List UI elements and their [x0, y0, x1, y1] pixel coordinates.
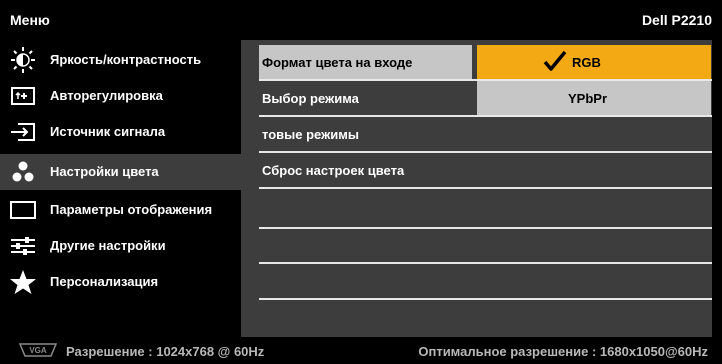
star-icon: [8, 269, 38, 295]
frame-edge: [712, 40, 722, 337]
sidebar-item-brightness-contrast[interactable]: Яркость/контрастность: [0, 42, 241, 78]
other-settings-icon: [8, 233, 38, 259]
divider: [259, 227, 712, 229]
title-bar: Меню Dell P2210: [0, 0, 722, 40]
monitor-model: Dell P2210: [641, 12, 712, 28]
divider: [259, 298, 712, 300]
input-color-format-row[interactable]: Формат цвета на входе: [259, 45, 472, 79]
sidebar-item-input-source[interactable]: Источник сигнала: [0, 114, 241, 150]
sidebar-item-label: Яркость/контрастность: [50, 52, 202, 67]
row-label: товые режимы: [262, 127, 359, 142]
vga-connector-icon: VGA: [18, 342, 58, 358]
sidebar-item-label: Источник сигнала: [50, 124, 166, 139]
row-label: Сброс настроек цвета: [262, 163, 405, 178]
row-label: Выбор режима: [262, 91, 359, 106]
current-resolution: Разрешение : 1024x768 @ 60Hz: [66, 344, 265, 359]
sidebar-item-label: Авторегулировка: [50, 88, 163, 103]
status-bar: VGA Разрешение : 1024x768 @ 60Hz Оптимал…: [0, 337, 722, 364]
mode-selection-row[interactable]: Выбор режима: [259, 81, 472, 115]
row-label: Формат цвета на входе: [262, 55, 413, 70]
sidebar: Яркость/контрастность Авторегулировка Ис…: [0, 40, 241, 337]
menu-title: Меню: [10, 12, 50, 28]
osd-menu: Меню Dell P2210 Яркость/контрастность Ав…: [0, 0, 722, 364]
option-label: RGB: [572, 55, 601, 70]
sidebar-item-auto-adjust[interactable]: Авторегулировка: [0, 78, 241, 114]
sidebar-item-label: Другие настройки: [50, 238, 166, 253]
checkmark-icon: [543, 49, 567, 73]
option-rgb[interactable]: RGB: [477, 45, 711, 79]
brightness-icon: [8, 47, 38, 73]
reset-color-settings-row[interactable]: Сброс настроек цвета: [259, 153, 712, 187]
sidebar-item-label: Параметры отображения: [50, 202, 213, 217]
auto-adjust-icon: [8, 83, 38, 109]
color-settings-icon: [8, 159, 38, 185]
optimal-resolution: Оптимальное разрешение : 1680x1050@60Hz: [418, 344, 708, 359]
option-ypbpr[interactable]: YPbPr: [477, 81, 711, 115]
sidebar-item-other-settings[interactable]: Другие настройки: [0, 228, 241, 264]
sidebar-item-label: Персонализация: [50, 274, 159, 289]
display-settings-icon: [8, 197, 38, 223]
vga-label: VGA: [29, 346, 47, 355]
sidebar-item-color-settings[interactable]: Настройки цвета: [0, 154, 241, 190]
input-source-icon: [8, 119, 38, 145]
sidebar-item-personalize[interactable]: Персонализация: [0, 264, 241, 300]
sidebar-item-label: Настройки цвета: [50, 164, 159, 179]
sidebar-item-display-settings[interactable]: Параметры отображения: [0, 192, 241, 228]
option-label: YPbPr: [568, 91, 608, 106]
divider: [259, 187, 712, 189]
divider: [259, 262, 712, 264]
preset-modes-row[interactable]: товые режимы: [259, 117, 712, 151]
